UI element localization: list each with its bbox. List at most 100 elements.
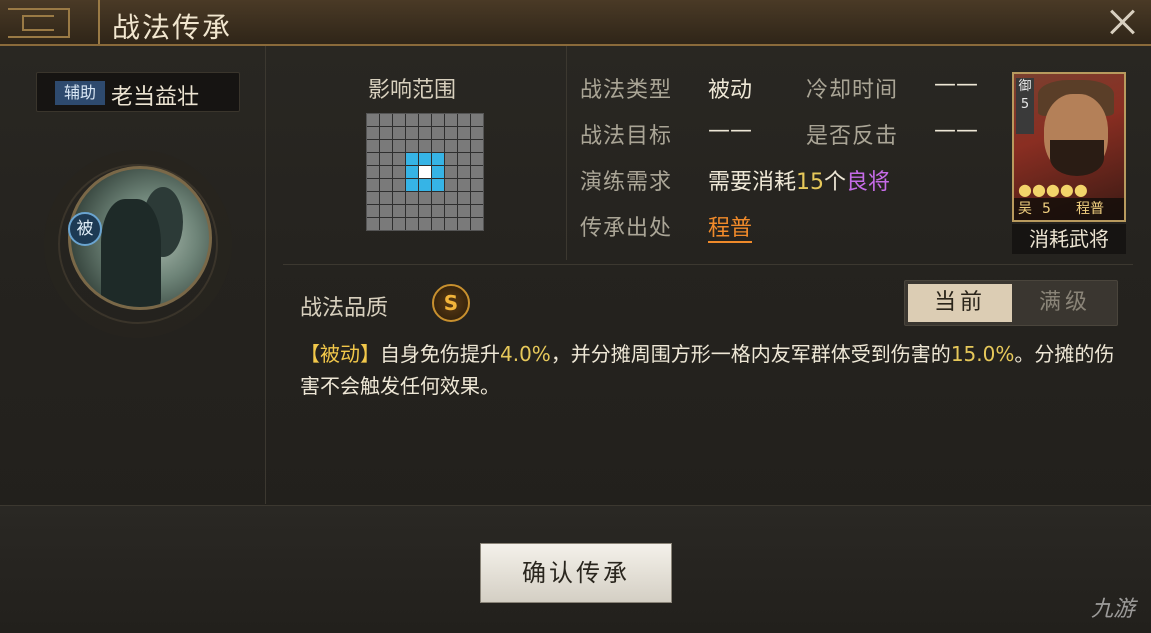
range-cell [393,114,405,126]
range-cell [367,153,379,165]
range-cell [445,192,457,204]
range-cell-affected [419,153,431,165]
title-bar: 战法传承 [0,0,1151,46]
skill-target-label: 战法目标 [580,124,673,149]
range-cell-affected [406,166,418,178]
general-card[interactable]: 御 5 ●●●●● 吴 5 程普 [1012,72,1126,222]
range-cell-affected [406,179,418,191]
range-cell [458,192,470,204]
range-cell-affected [406,153,418,165]
range-grid [366,113,484,231]
range-cell [406,218,418,230]
range-cell [432,192,444,204]
range-cell [380,153,392,165]
range-title: 影响范围 [368,78,457,103]
range-cell [471,192,483,204]
range-cell [406,205,418,217]
passive-badge: 被 [68,212,102,246]
range-cell [432,127,444,139]
role-badge: 辅助 [55,81,105,105]
card-general-name: 程普 [1076,201,1104,217]
range-cell [458,153,470,165]
range-cell [432,218,444,230]
drill-prefix: 需要消耗 [708,170,797,195]
skill-type-label: 战法类型 [580,78,673,103]
range-cell [406,140,418,152]
level-toggle: 当前 满级 [904,280,1118,326]
skill-description: 【被动】自身免伤提升4.0%，并分摊周围方形一格内友军群体受到伤害的15.0%。… [300,338,1130,402]
range-cell [367,179,379,191]
source-value[interactable]: 程普 [708,210,753,243]
range-cell [471,140,483,152]
range-cell [380,114,392,126]
range-cell [458,127,470,139]
watermark-logo: 九游 [1090,597,1135,622]
range-cell [445,166,457,178]
range-cell [380,140,392,152]
range-cell [445,140,457,152]
range-cell [471,153,483,165]
skill-type-value: 被动 [708,78,753,103]
desc-value1: 4.0% [500,342,551,366]
range-cell [367,205,379,217]
range-cell [367,127,379,139]
counter-label: 是否反击 [806,124,899,149]
range-cell [458,179,470,191]
range-cell [471,114,483,126]
range-cell-center [419,166,431,178]
range-cell [393,127,405,139]
skill-name: 老当益壮 [111,85,200,110]
range-cell [367,114,379,126]
range-cell [419,192,431,204]
range-cell [419,218,431,230]
range-cell [393,153,405,165]
range-cell [445,218,457,230]
range-cell [367,218,379,230]
tab-max-level[interactable]: 满级 [1013,284,1117,322]
drill-count: 15 [796,170,825,195]
range-cell [458,140,470,152]
range-cell [393,179,405,191]
skill-name-tag: 辅助 老当益壮 [36,72,240,112]
card-cost: 5 [1042,201,1051,217]
cooldown-label: 冷却时间 [806,78,899,103]
card-stars: ●●●●● [1018,180,1088,199]
desc-tag: 【被动】 [300,342,380,366]
range-cell [380,166,392,178]
divider [566,46,567,260]
range-cell [380,179,392,191]
close-icon[interactable] [1107,6,1137,36]
range-cell [367,140,379,152]
card-side-badge: 御 5 [1016,78,1034,134]
range-cell [393,140,405,152]
drill-label: 演练需求 [580,170,673,195]
range-cell-affected [432,179,444,191]
general-beard [1050,140,1104,176]
range-cell [445,114,457,126]
range-cell [458,205,470,217]
source-label: 传承出处 [580,216,673,241]
divider [283,264,1133,265]
confirm-inherit-button[interactable]: 确认传承 [480,543,672,603]
range-cell [445,205,457,217]
range-cell [380,192,392,204]
range-cell-affected [432,153,444,165]
range-cell [393,205,405,217]
quality-label: 战法品质 [300,296,389,321]
card-side-label: 御 [1018,79,1032,94]
skill-target-value: —— [708,118,752,143]
source-general-link[interactable]: 程普 [708,216,753,243]
range-cell [432,205,444,217]
range-cell [367,166,379,178]
range-cell [393,218,405,230]
range-cell [419,127,431,139]
range-cell [445,127,457,139]
range-cell [432,114,444,126]
range-cell [419,114,431,126]
range-cell [458,218,470,230]
range-cell [471,218,483,230]
tab-current[interactable]: 当前 [908,284,1012,322]
quality-grade-badge: S [432,284,470,322]
range-cell-affected [432,166,444,178]
range-cell [445,153,457,165]
